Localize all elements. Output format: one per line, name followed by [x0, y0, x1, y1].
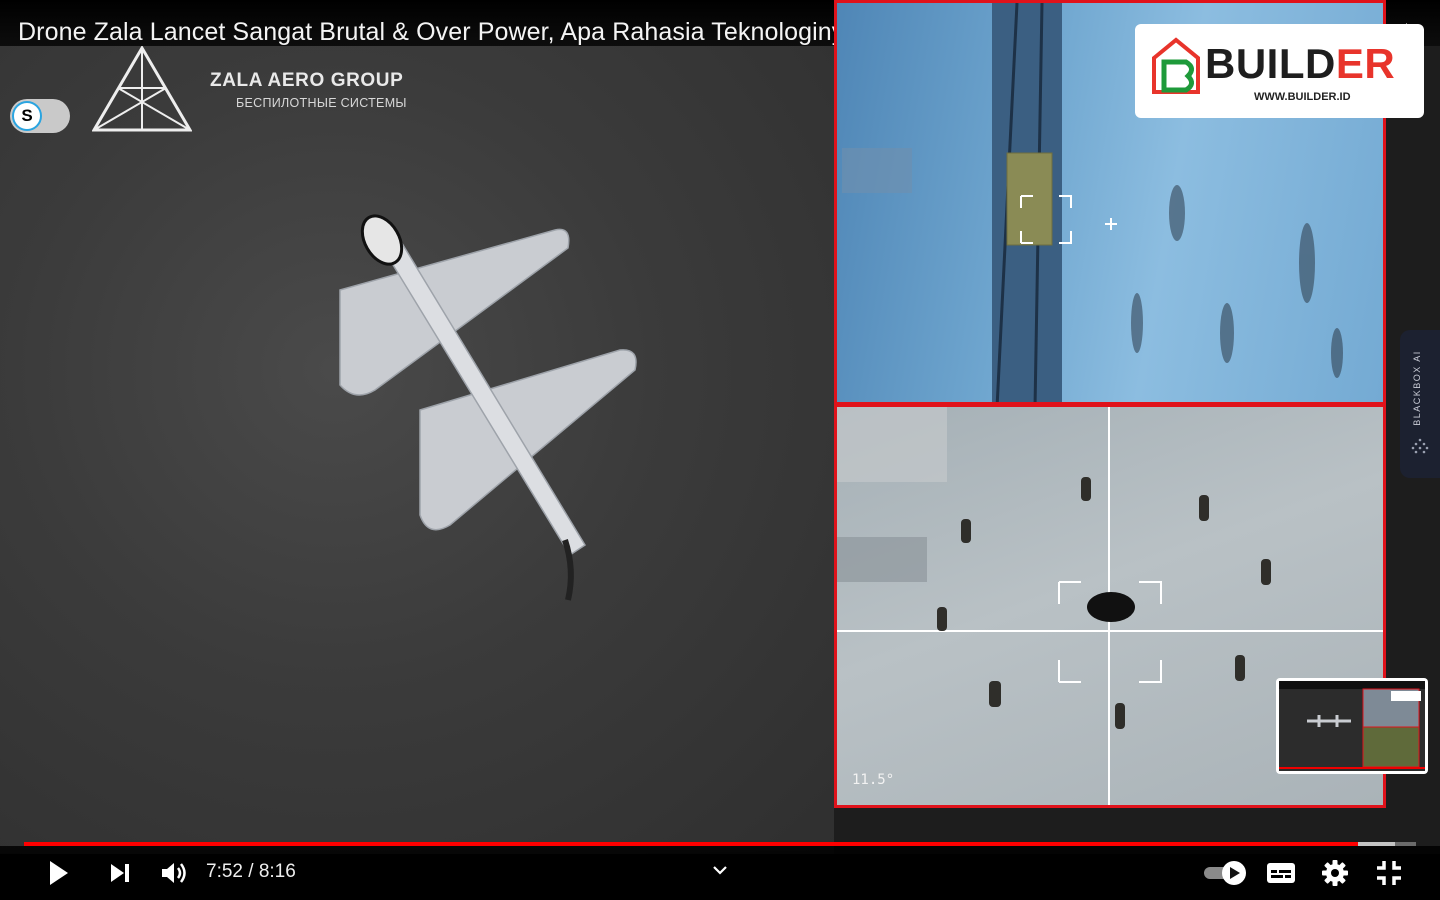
subtitles-icon[interactable] [1263, 855, 1299, 891]
autoplay-toggle-icon[interactable] [1202, 857, 1250, 889]
altitude-readout: 11.5° [852, 772, 895, 788]
builder-logo-icon [1152, 37, 1200, 94]
sponsor-name-main: BUILD [1205, 40, 1336, 87]
play-icon[interactable] [40, 855, 76, 891]
brand-name: ZALA AERO GROUP [210, 70, 404, 91]
blackbox-label-text: BLACKBOX AI [1412, 350, 1422, 426]
preview-thumbnail-image[interactable] [1279, 681, 1425, 771]
sponsor-url: WWW.BUILDER.ID [1254, 91, 1351, 103]
blackbox-label[interactable]: BLACKBOX AI [1403, 343, 1437, 433]
drone-illustration [339, 214, 637, 601]
volume-icon[interactable] [155, 855, 191, 891]
dots-icon [1411, 438, 1429, 454]
exit-fullscreen-icon[interactable] [1371, 855, 1407, 891]
gear-icon[interactable] [1317, 855, 1353, 891]
thumbnail-scene [1279, 681, 1425, 769]
next-icon[interactable] [102, 855, 138, 891]
chevron-down-icon[interactable] [708, 858, 732, 882]
brand-subtitle: БЕСПИЛОТНЫЕ СИСТЕМЫ [236, 96, 407, 110]
sponsor-name-accent: ER [1335, 40, 1396, 87]
extension-toggle-knob[interactable]: S [12, 101, 42, 131]
sponsor-name: BUILDER [1205, 40, 1395, 88]
zala-logo [92, 46, 192, 132]
video-title[interactable]: Drone Zala Lancet Sangat Brutal & Over P… [18, 18, 872, 47]
time-display: 7:52 / 8:16 [206, 861, 296, 882]
